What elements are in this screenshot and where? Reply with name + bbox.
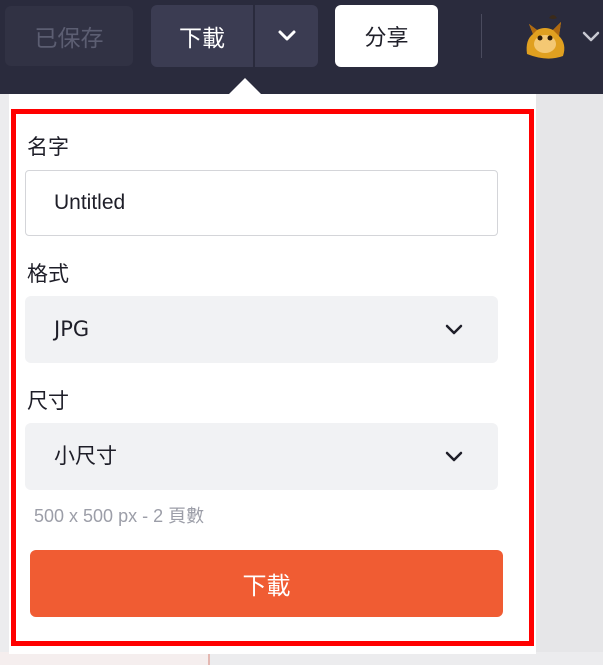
download-options-button[interactable] [255,5,318,67]
saved-button[interactable]: 已保存 [5,6,133,66]
format-select[interactable]: JPG [25,296,498,363]
size-value: 小尺寸 [54,444,117,468]
canvas-background-left [0,94,9,665]
chevron-down-icon [445,451,463,462]
popover-caret [229,78,261,94]
name-field[interactable] [25,170,498,236]
format-label: 格式 [27,262,69,286]
name-label: 名字 [27,135,69,159]
toolbar-divider [481,14,482,58]
chevron-down-icon [582,31,600,42]
size-select[interactable]: 小尺寸 [25,423,498,490]
top-bar: 已保存 下載 分享 [0,0,603,94]
chevron-down-icon [278,30,295,41]
user-avatar-icon [526,15,565,59]
size-dimensions-text: 500 x 500 px - 2 頁數 [34,506,205,526]
format-value: JPG [54,317,90,341]
account-menu-chevron[interactable] [580,26,602,48]
size-label: 尺寸 [27,389,69,413]
chevron-down-icon [445,324,463,335]
download-submit-button[interactable]: 下載 [30,550,503,617]
download-button[interactable]: 下載 [151,5,253,67]
share-button[interactable]: 分享 [335,5,438,67]
avatar[interactable] [519,10,571,62]
